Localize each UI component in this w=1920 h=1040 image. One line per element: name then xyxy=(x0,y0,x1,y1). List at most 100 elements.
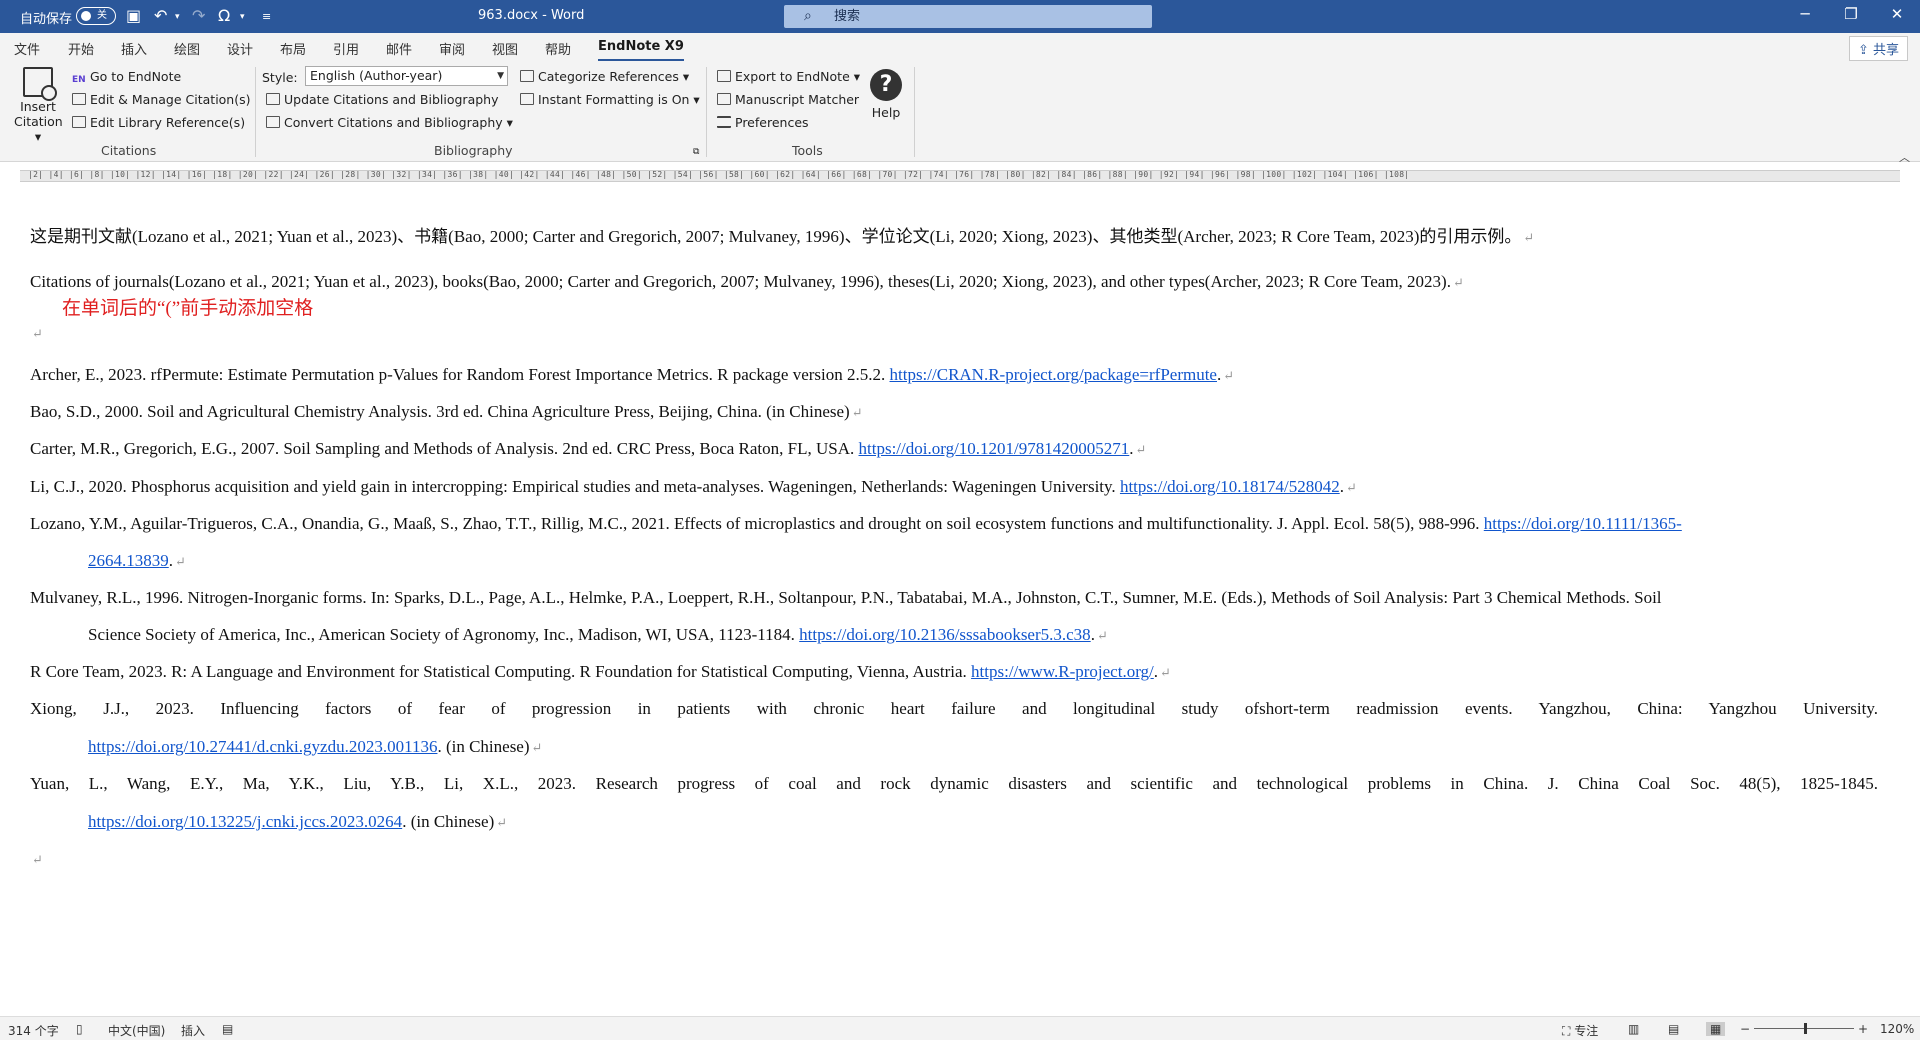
update-icon xyxy=(266,93,280,105)
reference-entry: Lozano, Y.M., Aguilar-Trigueros, C.A., O… xyxy=(30,514,1682,534)
convert-citations-button[interactable]: Convert Citations and Bibliography ▾ xyxy=(266,115,513,130)
custom-command-icon[interactable]: Ω xyxy=(218,6,230,25)
edit-library-references-button[interactable]: Edit Library Reference(s) xyxy=(72,115,245,130)
macro-icon[interactable]: ▤ xyxy=(222,1022,233,1036)
tab-references[interactable]: 引用 xyxy=(333,39,359,58)
paragraph-mark-icon: ↵ xyxy=(175,554,186,569)
help-button[interactable]: ? Help xyxy=(868,69,904,120)
tab-help[interactable]: 帮助 xyxy=(545,39,571,58)
preferences-icon xyxy=(717,116,731,128)
search-icon: ⌕ xyxy=(804,8,812,24)
reference-text: Li, C.J., 2020. Phosphorus acquisition a… xyxy=(30,477,1120,496)
tab-insert[interactable]: 插入 xyxy=(121,39,147,58)
dialog-launcher-icon[interactable]: ⧉ xyxy=(693,147,699,157)
minimize-icon[interactable]: ─ xyxy=(1790,5,1820,23)
go-to-endnote-label: Go to EndNote xyxy=(90,69,182,84)
close-icon[interactable]: ✕ xyxy=(1882,5,1912,23)
export-to-endnote-label: Export to EndNote xyxy=(735,69,850,84)
insert-citation-button[interactable]: Insert Citation ▾ xyxy=(14,67,63,144)
tab-draw[interactable]: 绘图 xyxy=(174,39,200,58)
paragraph-mark-icon: ↵ xyxy=(531,740,543,755)
tab-endnote[interactable]: EndNote X9 xyxy=(598,39,684,62)
reference-link[interactable]: https://doi.org/10.27441/d.cnki.gyzdu.20… xyxy=(88,737,437,756)
restore-icon[interactable]: ❐ xyxy=(1836,5,1866,23)
manuscript-matcher-button[interactable]: Manuscript Matcher xyxy=(717,92,859,107)
zoom-out-button[interactable]: − xyxy=(1740,1022,1750,1036)
paragraph-mark-icon: ↵ xyxy=(496,815,508,830)
update-citations-button[interactable]: Update Citations and Bibliography xyxy=(266,92,499,107)
edit-library-references-label: Edit Library Reference(s) xyxy=(90,115,246,130)
reference-link[interactable]: https://CRAN.R-project.org/package=rfPer… xyxy=(890,365,1217,384)
tab-view[interactable]: 视图 xyxy=(492,39,518,58)
paragraph-mark-icon: ↵ xyxy=(1223,368,1235,383)
update-citations-label: Update Citations and Bibliography xyxy=(284,92,499,107)
horizontal-ruler[interactable]: |2| |4| |6| |8| |10| |12| |14| |16| |18|… xyxy=(0,166,1920,186)
tab-mailings[interactable]: 邮件 xyxy=(386,39,412,58)
reference-link[interactable]: https://www.R-project.org/ xyxy=(971,662,1154,681)
reference-text: R Core Team, 2023. R: A Language and Env… xyxy=(30,662,972,681)
reference-text: Mulvaney, R.L., 1996. Nitrogen-Inorganic… xyxy=(30,588,1662,607)
edit-library-icon xyxy=(72,116,86,128)
word-count[interactable]: 314 个字 xyxy=(8,1022,59,1039)
web-layout-icon[interactable]: ▦ xyxy=(1706,1022,1726,1036)
language[interactable]: 中文(中国) xyxy=(108,1022,165,1039)
reference-link[interactable]: https://doi.org/10.2136/sssabookser5.3.c… xyxy=(799,625,1091,644)
reference-text: Bao, S.D., 2000. Soil and Agricultural C… xyxy=(30,402,850,421)
instant-formatting-button[interactable]: Instant Formatting is On ▾ xyxy=(520,92,700,107)
status-bar: 314 个字 ▯ 中文(中国) 插入 ▤ ⛶ 专注 ▥ ▤ ▦ − + 120% xyxy=(0,1016,1920,1040)
ribbon-tabs: 文件 开始 插入 绘图 设计 布局 引用 邮件 审阅 视图 帮助 EndNote… xyxy=(0,33,1920,62)
export-icon xyxy=(717,70,731,82)
export-to-endnote-button[interactable]: Export to EndNote ▾ xyxy=(717,69,860,84)
reference-tail: . xyxy=(1090,625,1095,644)
focus-mode-button[interactable]: ⛶ 专注 xyxy=(1562,1022,1598,1039)
reference-link-continued[interactable]: 2664.13839 xyxy=(88,551,169,570)
edit-citation-icon xyxy=(72,93,86,105)
save-icon[interactable]: ▣ xyxy=(126,6,141,25)
edit-manage-citations-button[interactable]: Edit & Manage Citation(s) xyxy=(72,92,251,107)
reference-link[interactable]: https://doi.org/10.18174/528042 xyxy=(1120,477,1340,496)
categorize-references-label: Categorize References xyxy=(538,69,679,84)
zoom-in-button[interactable]: + xyxy=(1858,1022,1868,1036)
tab-file[interactable]: 文件 xyxy=(14,39,40,58)
style-dropdown[interactable]: English (Author-year) ▼ xyxy=(305,66,508,86)
undo-dropdown-icon[interactable]: ▾ xyxy=(175,12,180,22)
go-to-endnote-button[interactable]: EN Go to EndNote xyxy=(72,69,181,87)
citations-group-label: Citations xyxy=(101,143,157,158)
reference-tail: . (in Chinese) xyxy=(402,812,495,831)
proofing-icon[interactable]: ▯ xyxy=(76,1022,83,1036)
share-button[interactable]: ⇪ 共享 xyxy=(1848,36,1908,61)
reference-link[interactable]: https://doi.org/10.13225/j.cnki.jccs.202… xyxy=(88,812,402,831)
customize-toolbar-icon[interactable]: ≡ xyxy=(262,10,271,23)
reference-tail: . xyxy=(1339,477,1344,496)
redo-icon[interactable]: ↷ xyxy=(192,6,205,25)
ruler-numbers: |2| |4| |6| |8| |10| |12| |14| |16| |18|… xyxy=(28,170,1410,179)
zoom-slider-thumb[interactable] xyxy=(1804,1023,1807,1034)
help-label: Help xyxy=(871,105,901,120)
reference-text-continued: Science Society of America, Inc., Americ… xyxy=(88,625,800,644)
style-label: Style: xyxy=(262,70,298,85)
categorize-icon xyxy=(520,70,534,82)
group-divider xyxy=(255,67,256,157)
undo-icon[interactable]: ↶ xyxy=(154,6,167,25)
title-bar: 自动保存 关 ▣ ↶ ▾ ↷ Ω ▾ ≡ 963.docx - Word ⌕ 搜… xyxy=(0,0,1920,33)
reference-tail: . xyxy=(1153,662,1159,681)
preferences-button[interactable]: Preferences xyxy=(717,115,809,130)
tab-review[interactable]: 审阅 xyxy=(439,39,465,58)
reference-link[interactable]: https://doi.org/10.1201/9781420005271 xyxy=(859,439,1130,458)
tab-home[interactable]: 开始 xyxy=(68,39,94,58)
search-box[interactable]: ⌕ 搜索 xyxy=(784,5,1152,28)
reference-link[interactable]: https://doi.org/10.1111/1365- xyxy=(1484,514,1682,533)
red-annotation: 在单词后的“(”前手动添加空格 xyxy=(62,298,314,319)
insert-mode[interactable]: 插入 xyxy=(181,1022,205,1039)
autosave-toggle[interactable]: 关 xyxy=(76,7,116,25)
command-dropdown-icon[interactable]: ▾ xyxy=(240,12,245,22)
read-mode-icon[interactable]: ▥ xyxy=(1628,1022,1639,1036)
tab-layout[interactable]: 布局 xyxy=(280,39,306,58)
tab-design[interactable]: 设计 xyxy=(227,39,253,58)
categorize-references-button[interactable]: Categorize References ▾ xyxy=(520,69,689,84)
document-page[interactable]: 这是期刊文献(Lozano et al., 2021; Yuan et al.,… xyxy=(0,186,1920,1016)
reference-tail: . (in Chinese) xyxy=(437,737,530,756)
print-layout-icon[interactable]: ▤ xyxy=(1668,1022,1679,1036)
zoom-level[interactable]: 120% xyxy=(1880,1022,1914,1036)
collapse-ribbon-icon[interactable]: ︿ xyxy=(1899,149,1910,165)
